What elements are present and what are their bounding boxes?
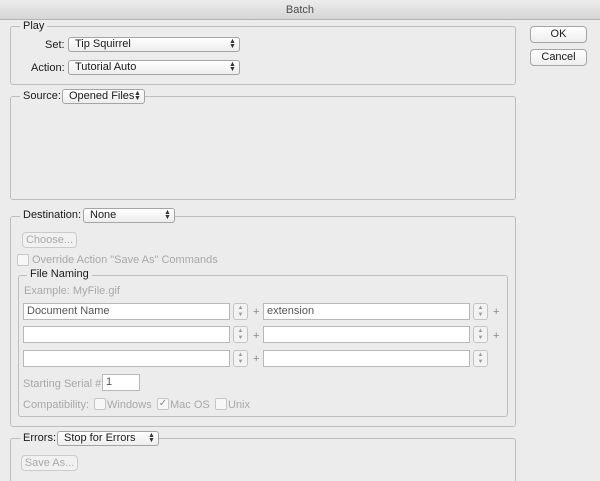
updown-arrows-icon: ▲ ▼: [229, 38, 236, 50]
file-name-field-3[interactable]: [23, 326, 230, 343]
source-label: Source:: [20, 90, 64, 103]
plus-separator: +: [253, 330, 260, 342]
file-name-field-6[interactable]: [263, 350, 470, 367]
macos-label: Mac OS: [170, 399, 210, 411]
stepper-icon[interactable]: ▲ ▼: [473, 326, 488, 343]
starting-serial-field[interactable]: 1: [102, 374, 140, 391]
window-title: Batch: [285, 4, 315, 16]
file-naming-example: Example: MyFile.gif: [24, 285, 120, 297]
play-group: [10, 26, 516, 85]
set-select[interactable]: Tip Squirrel ▲ ▼: [68, 37, 240, 52]
unix-checkbox[interactable]: [215, 398, 227, 410]
errors-label: Errors:: [20, 432, 59, 445]
destination-label: Destination:: [20, 209, 85, 222]
source-group: [10, 96, 516, 200]
updown-arrows-icon: ▲ ▼: [164, 209, 171, 221]
action-label: Action:: [31, 62, 65, 74]
checkmark-icon: ✓: [158, 398, 168, 409]
stepper-icon[interactable]: ▲ ▼: [233, 350, 248, 367]
file-naming-title: File Naming: [27, 268, 92, 281]
plus-separator: +: [253, 306, 260, 318]
plus-separator: +: [253, 353, 260, 365]
windows-label: Windows: [107, 399, 152, 411]
file-name-field-2[interactable]: extension: [263, 303, 470, 320]
unix-label: Unix: [228, 399, 251, 411]
set-label: Set:: [45, 39, 65, 51]
override-save-as-label: Override Action "Save As" Commands: [32, 254, 218, 266]
window-titlebar: Batch: [0, 0, 600, 20]
file-name-field-5[interactable]: [23, 350, 230, 367]
source-select[interactable]: Opened Files ▲ ▼: [62, 89, 145, 104]
compatibility-label: Compatibility:: [23, 399, 90, 411]
updown-arrows-icon: ▲ ▼: [148, 432, 155, 444]
errors-select[interactable]: Stop for Errors ▲ ▼: [57, 431, 159, 446]
choose-button[interactable]: Choose...: [22, 232, 77, 248]
destination-select[interactable]: None ▲ ▼: [83, 208, 175, 223]
save-as-button[interactable]: Save As...: [21, 455, 78, 471]
file-name-field-1[interactable]: Document Name: [23, 303, 230, 320]
updown-arrows-icon: ▲ ▼: [134, 90, 141, 102]
updown-arrows-icon: ▲ ▼: [229, 61, 236, 73]
macos-checkbox[interactable]: ✓: [157, 398, 169, 410]
action-select[interactable]: Tutorial Auto ▲ ▼: [68, 60, 240, 75]
stepper-icon[interactable]: ▲ ▼: [233, 303, 248, 320]
play-group-title: Play: [20, 20, 48, 33]
action-select-value: Tutorial Auto: [75, 61, 137, 73]
set-select-value: Tip Squirrel: [75, 38, 131, 50]
errors-select-value: Stop for Errors: [64, 432, 136, 444]
plus-separator: +: [493, 306, 500, 318]
windows-checkbox[interactable]: [94, 398, 106, 410]
stepper-icon[interactable]: ▲ ▼: [233, 326, 248, 343]
cancel-button[interactable]: Cancel: [530, 49, 587, 66]
ok-button[interactable]: OK: [530, 26, 587, 43]
source-select-value: Opened Files: [69, 90, 135, 102]
file-name-field-4[interactable]: [263, 326, 470, 343]
stepper-icon[interactable]: ▲ ▼: [473, 350, 488, 367]
plus-separator: +: [493, 330, 500, 342]
stepper-icon[interactable]: ▲ ▼: [473, 303, 488, 320]
starting-serial-label: Starting Serial #:: [23, 378, 105, 390]
destination-select-value: None: [90, 209, 117, 221]
override-save-as-checkbox[interactable]: [17, 254, 29, 266]
